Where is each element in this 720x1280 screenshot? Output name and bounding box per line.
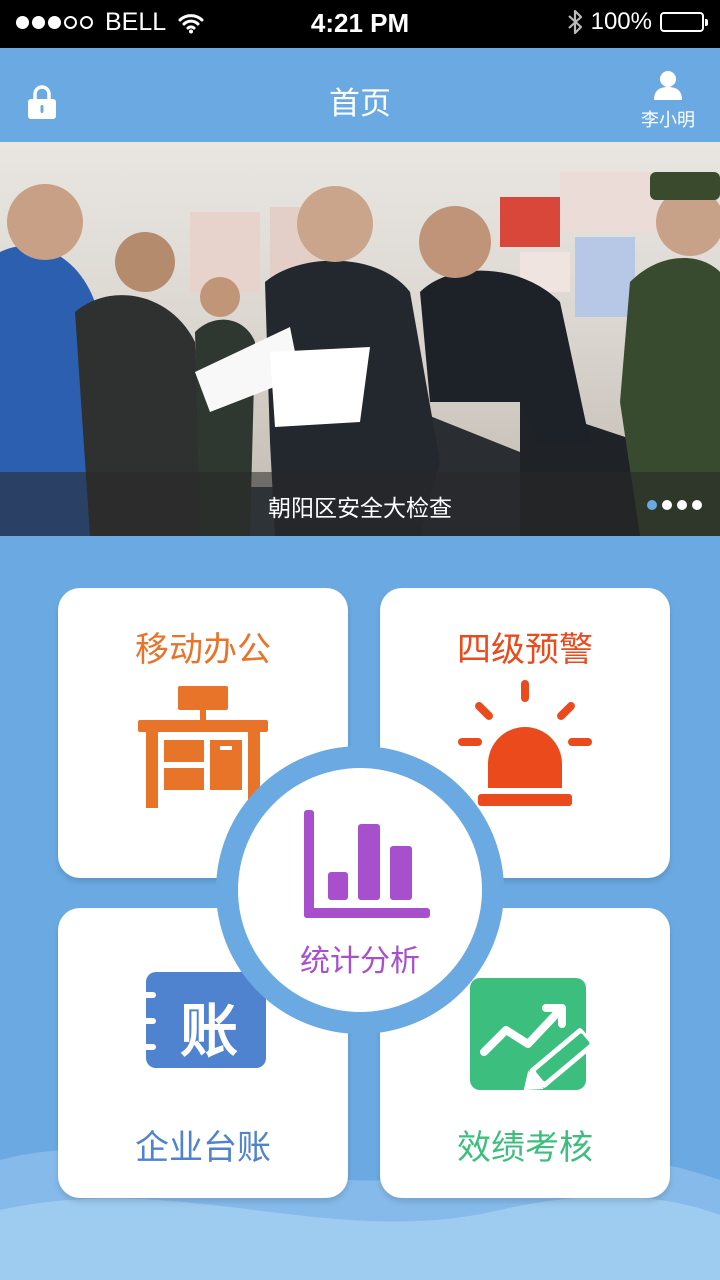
tile-label: 四级预警 (457, 630, 593, 670)
ledger-icon-text: 账 (179, 997, 238, 1065)
nav-bar: 首页 李小明 (0, 48, 720, 142)
battery-icon (660, 12, 708, 32)
bluetooth-icon (567, 9, 582, 35)
office-desk-icon (138, 686, 268, 808)
battery-percent: 100% (590, 8, 652, 35)
pager-dot-active[interactable] (647, 500, 657, 510)
bar-chart-icon (304, 810, 430, 918)
pager-dot[interactable] (662, 500, 672, 510)
news-banner[interactable]: 朝阳区安全大检查 (0, 142, 720, 536)
user-profile-button[interactable]: 李小明 (638, 70, 698, 132)
page-title: 首页 (329, 86, 391, 122)
alarm-light-icon (458, 680, 592, 806)
performance-chart-pencil-icon (470, 978, 595, 1091)
pager-dot[interactable] (677, 500, 687, 510)
tile-statistics-analysis[interactable]: 统计分析 (238, 768, 482, 1012)
tile-label: 统计分析 (300, 944, 420, 979)
banner-caption: 朝阳区安全大检查 (268, 496, 452, 522)
user-icon (654, 71, 682, 100)
status-bar: BELL 4:21 PM 100% (0, 0, 720, 48)
tile-label: 移动办公 (135, 630, 271, 670)
banner-caption-bar: 朝阳区安全大检查 (0, 472, 720, 536)
user-name: 李小明 (641, 110, 695, 131)
status-right: 100% (567, 8, 708, 36)
tile-label: 效绩考核 (457, 1128, 593, 1168)
pager-dot[interactable] (692, 500, 702, 510)
tile-label: 企业台账 (135, 1128, 271, 1168)
banner-pager[interactable] (647, 500, 702, 510)
